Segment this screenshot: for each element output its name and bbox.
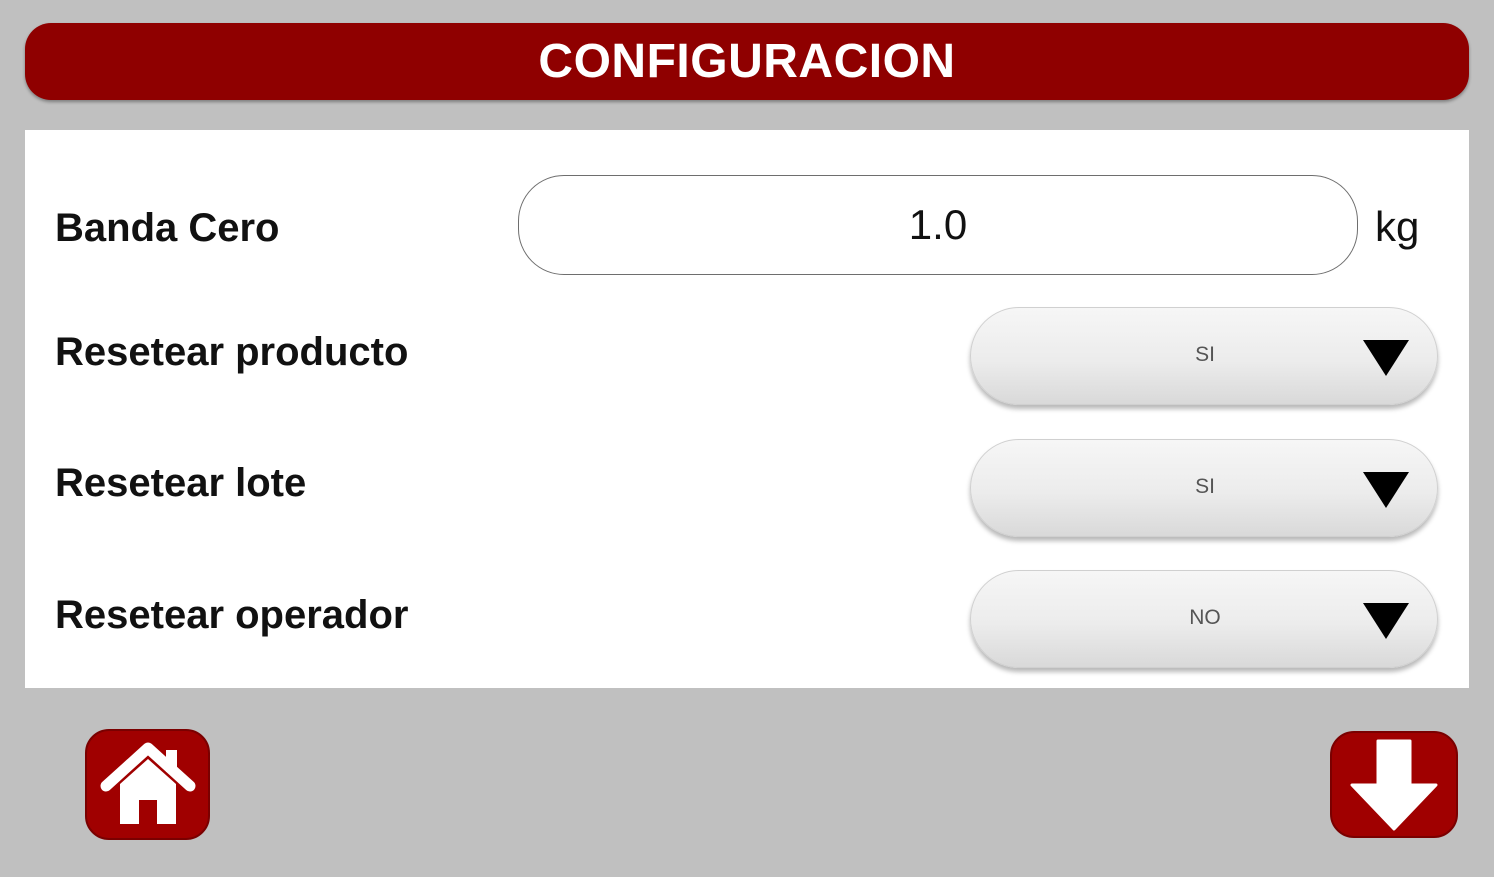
home-icon (100, 742, 195, 824)
resetear-operador-label: Resetear operador (55, 593, 409, 637)
page-title: CONFIGURACION (538, 35, 956, 88)
banda-cero-input[interactable]: 1.0 (518, 175, 1358, 275)
banda-cero-unit: kg (1375, 203, 1420, 250)
banda-cero-label: Banda Cero (55, 206, 280, 250)
arrow-down-icon (1350, 739, 1438, 830)
resetear-lote-label: Resetear lote (55, 461, 307, 505)
title-bar: CONFIGURACION (25, 23, 1469, 100)
banda-cero-value: 1.0 (908, 201, 968, 248)
dropdown-arrow-icon (1363, 603, 1409, 639)
dropdown-arrow-icon (1363, 340, 1409, 376)
dropdown-arrow-icon (1363, 472, 1409, 508)
resetear-lote-select[interactable]: SI (970, 439, 1438, 537)
settings-panel: Banda Cero 1.0 kg Resetear producto SI R… (25, 130, 1469, 688)
home-button[interactable] (85, 729, 210, 840)
resetear-producto-label: Resetear producto (55, 330, 409, 374)
next-button[interactable] (1330, 731, 1458, 838)
resetear-producto-select[interactable]: SI (970, 307, 1438, 405)
resetear-operador-select[interactable]: NO (970, 570, 1438, 668)
